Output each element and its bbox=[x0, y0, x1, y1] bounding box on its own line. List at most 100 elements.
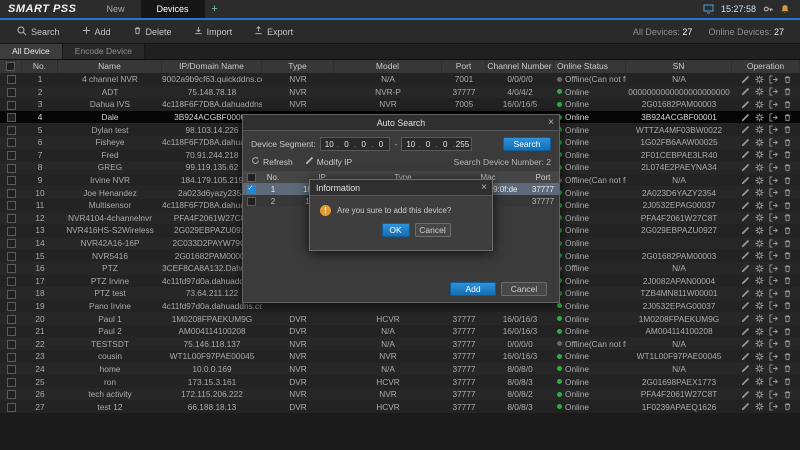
settings-icon[interactable] bbox=[755, 125, 764, 134]
delete-icon[interactable] bbox=[783, 100, 792, 109]
edit-icon[interactable] bbox=[741, 188, 750, 197]
logout-icon[interactable] bbox=[769, 276, 778, 285]
row-checkbox[interactable] bbox=[7, 88, 16, 97]
logout-icon[interactable] bbox=[769, 364, 778, 373]
tab-new[interactable]: New bbox=[90, 0, 140, 18]
logout-icon[interactable] bbox=[769, 100, 778, 109]
select-all-checkbox[interactable] bbox=[6, 62, 15, 71]
logout-icon[interactable] bbox=[769, 125, 778, 134]
settings-icon[interactable] bbox=[755, 188, 764, 197]
row-checkbox[interactable] bbox=[7, 164, 16, 173]
row-checkbox[interactable] bbox=[7, 290, 16, 299]
edit-icon[interactable] bbox=[741, 226, 750, 235]
row-checkbox[interactable] bbox=[7, 151, 16, 160]
settings-icon[interactable] bbox=[755, 87, 764, 96]
edit-icon[interactable] bbox=[741, 301, 750, 310]
delete-icon[interactable] bbox=[783, 176, 792, 185]
row-checkbox[interactable] bbox=[7, 365, 16, 374]
result-checkbox[interactable] bbox=[247, 197, 256, 206]
delete-icon[interactable] bbox=[783, 390, 792, 399]
settings-icon[interactable] bbox=[755, 352, 764, 361]
table-row[interactable]: 21 Paul 2 AM004114100208 DVR N/A 37777 1… bbox=[0, 325, 800, 338]
table-row[interactable]: 3 Dahua IVS 4c118F6F7D8A.dahuaddns.com N… bbox=[0, 98, 800, 111]
settings-icon[interactable] bbox=[755, 402, 764, 411]
logout-icon[interactable] bbox=[769, 113, 778, 122]
row-checkbox[interactable] bbox=[7, 214, 16, 223]
settings-icon[interactable] bbox=[755, 113, 764, 122]
edit-icon[interactable] bbox=[741, 138, 750, 147]
row-checkbox[interactable] bbox=[7, 126, 16, 135]
row-checkbox[interactable] bbox=[7, 138, 16, 147]
delete-icon[interactable] bbox=[783, 188, 792, 197]
refresh-button[interactable]: Refresh bbox=[251, 156, 293, 167]
logout-icon[interactable] bbox=[769, 289, 778, 298]
delete-icon[interactable] bbox=[783, 213, 792, 222]
row-checkbox[interactable] bbox=[7, 315, 16, 324]
edit-icon[interactable] bbox=[741, 251, 750, 260]
settings-icon[interactable] bbox=[755, 251, 764, 260]
edit-icon[interactable] bbox=[741, 390, 750, 399]
edit-icon[interactable] bbox=[741, 377, 750, 386]
delete-icon[interactable] bbox=[783, 201, 792, 210]
row-checkbox[interactable] bbox=[7, 340, 16, 349]
table-row[interactable]: 24 home 10.0.0.169 NVR N/A 37777 8/0/8/0… bbox=[0, 363, 800, 376]
logout-icon[interactable] bbox=[769, 377, 778, 386]
edit-icon[interactable] bbox=[741, 201, 750, 210]
row-checkbox[interactable] bbox=[7, 252, 16, 261]
tab-all-device[interactable]: All Device bbox=[0, 44, 63, 59]
settings-icon[interactable] bbox=[755, 150, 764, 159]
settings-icon[interactable] bbox=[755, 176, 764, 185]
settings-icon[interactable] bbox=[755, 75, 764, 84]
logout-icon[interactable] bbox=[769, 352, 778, 361]
delete-icon[interactable] bbox=[783, 327, 792, 336]
edit-icon[interactable] bbox=[741, 327, 750, 336]
logout-icon[interactable] bbox=[769, 176, 778, 185]
table-row[interactable]: 20 Paul 1 1M0208FPAEKUM9G DVR HCVR 37777… bbox=[0, 312, 800, 325]
logout-icon[interactable] bbox=[769, 201, 778, 210]
edit-icon[interactable] bbox=[741, 276, 750, 285]
row-checkbox[interactable] bbox=[7, 113, 16, 122]
logout-icon[interactable] bbox=[769, 301, 778, 310]
row-checkbox[interactable] bbox=[7, 201, 16, 210]
row-checkbox[interactable] bbox=[7, 239, 16, 248]
settings-icon[interactable] bbox=[755, 213, 764, 222]
logout-icon[interactable] bbox=[769, 87, 778, 96]
table-row[interactable]: 26 tech activity 172.115.206.222 NVR NVR… bbox=[0, 388, 800, 401]
edit-icon[interactable] bbox=[741, 100, 750, 109]
modify-ip-button[interactable]: Modify IP bbox=[305, 156, 352, 167]
table-row[interactable]: 1 4 channel NVR 9002a9b9cf63.quickddns.c… bbox=[0, 73, 800, 86]
row-checkbox[interactable] bbox=[7, 302, 16, 311]
delete-icon[interactable] bbox=[783, 75, 792, 84]
display-icon[interactable] bbox=[703, 4, 714, 14]
delete-icon[interactable] bbox=[783, 377, 792, 386]
logout-icon[interactable] bbox=[769, 138, 778, 147]
settings-icon[interactable] bbox=[755, 226, 764, 235]
settings-icon[interactable] bbox=[755, 301, 764, 310]
result-checkbox[interactable] bbox=[247, 185, 256, 194]
logout-icon[interactable] bbox=[769, 226, 778, 235]
new-tab-button[interactable]: + bbox=[205, 0, 225, 18]
search-button[interactable]: Search bbox=[6, 20, 71, 43]
settings-icon[interactable] bbox=[755, 138, 764, 147]
row-checkbox[interactable] bbox=[7, 353, 16, 362]
edit-icon[interactable] bbox=[741, 113, 750, 122]
edit-icon[interactable] bbox=[741, 87, 750, 96]
delete-icon[interactable] bbox=[783, 113, 792, 122]
logout-icon[interactable] bbox=[769, 75, 778, 84]
logout-icon[interactable] bbox=[769, 390, 778, 399]
cancel-button[interactable]: Cancel bbox=[501, 282, 547, 296]
logout-icon[interactable] bbox=[769, 163, 778, 172]
delete-icon[interactable] bbox=[783, 150, 792, 159]
delete-icon[interactable] bbox=[783, 314, 792, 323]
delete-icon[interactable] bbox=[783, 402, 792, 411]
import-button[interactable]: Import bbox=[183, 20, 244, 43]
delete-icon[interactable] bbox=[783, 339, 792, 348]
info-cancel-button[interactable]: Cancel bbox=[415, 223, 451, 237]
row-checkbox[interactable] bbox=[7, 176, 16, 185]
row-checkbox[interactable] bbox=[7, 189, 16, 198]
delete-icon[interactable] bbox=[783, 251, 792, 260]
logout-icon[interactable] bbox=[769, 239, 778, 248]
row-checkbox[interactable] bbox=[7, 227, 16, 236]
edit-icon[interactable] bbox=[741, 314, 750, 323]
logout-icon[interactable] bbox=[769, 327, 778, 336]
